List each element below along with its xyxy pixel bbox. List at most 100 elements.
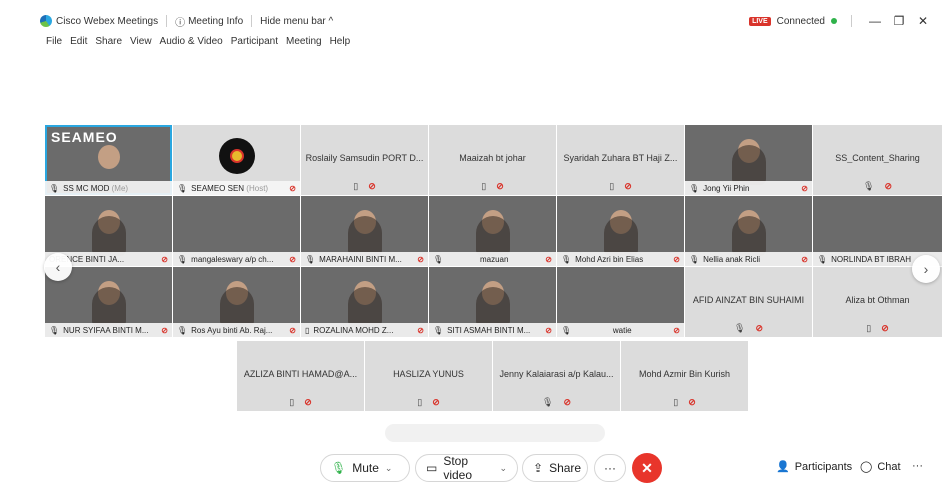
- tile-caption: 🎙 mazuan ⊘: [429, 252, 556, 266]
- mic-icon: 🎙: [561, 254, 572, 264]
- mic-muted-icon: ⊘: [417, 325, 424, 335]
- divider: [251, 15, 253, 27]
- tile-caption: 🎙 SITI ASMAH BINTI M... ⊘: [429, 323, 556, 337]
- phone-icon: ▯: [417, 397, 423, 407]
- participant-tile[interactable]: SS_Content_Sharing 🎙 ⊘: [813, 125, 942, 195]
- app-title: Cisco Webex Meetings: [40, 15, 158, 27]
- phone-icon: ▯: [353, 181, 359, 191]
- participant-tile[interactable]: 🎙 SITI ASMAH BINTI M... ⊘: [429, 267, 556, 337]
- participant-name: HASLIZA YUNUS: [393, 369, 464, 379]
- mic-muted-icon: ⊘: [688, 397, 696, 407]
- banner-text: SEAMEO: [51, 129, 118, 145]
- participant-tile[interactable]: 🎙 watie ⊘: [557, 267, 684, 337]
- overflow-menu-button[interactable]: ···: [912, 460, 923, 472]
- mic-muted-icon: ⊘: [884, 181, 892, 191]
- live-badge: LIVE: [749, 16, 771, 26]
- participant-name: Ros Ayu binti Ab. Raj...: [191, 325, 273, 335]
- next-page-button[interactable]: ›: [912, 255, 940, 283]
- participant-name: Maaizah bt johar: [459, 153, 526, 163]
- phone-icon: ▯: [609, 181, 615, 191]
- participants-button[interactable]: 👤 Participants: [776, 460, 852, 474]
- participant-name: SS MC MOD (Me): [63, 183, 129, 193]
- participant-tile[interactable]: HASLIZA YUNUS ▯ ⊘: [365, 341, 492, 411]
- participant-tile[interactable]: SEAMEO 🎙 SS MC MOD (Me): [45, 125, 172, 195]
- mic-icon: 🎙: [305, 254, 316, 264]
- restore-button[interactable]: ❐: [890, 14, 908, 28]
- mic-muted-icon: ⊘: [755, 323, 763, 333]
- participant-name: NUR SYIFAA BINTI M...: [63, 325, 149, 335]
- stop-video-button[interactable]: ▭ Stop video ⌄: [415, 454, 518, 482]
- mic-muted-icon: ⊘: [545, 325, 552, 335]
- participant-tile[interactable]: 🎙 Nellia anak Ricli ⊘: [685, 196, 812, 266]
- participant-tile[interactable]: 🎙 MARAHAINI BINTI M... ⊘: [301, 196, 428, 266]
- tile-caption: ▯ ROZALINA MOHD Z... ⊘: [301, 323, 428, 337]
- chevron-down-icon[interactable]: ⌄: [385, 463, 393, 474]
- mic-icon: 🎙: [331, 461, 347, 475]
- menu-help[interactable]: Help: [330, 36, 351, 47]
- end-call-button[interactable]: ✕: [632, 453, 662, 483]
- mic-muted-icon: ⊘: [289, 325, 296, 335]
- previous-page-button[interactable]: ‹: [44, 253, 72, 281]
- participant-tile[interactable]: 🎙 Jong Yii Phin ⊘: [685, 125, 812, 195]
- phone-icon: ▯: [481, 181, 487, 191]
- tile-caption: 🎙 Nellia anak Ricli ⊘: [685, 252, 812, 266]
- mute-button[interactable]: 🎙 Mute ⌄: [320, 454, 410, 482]
- participant-name: Nellia anak Ricli: [703, 254, 761, 264]
- menu-meeting[interactable]: Meeting: [286, 36, 322, 47]
- stop-video-label: Stop video: [443, 454, 473, 482]
- participant-tile[interactable]: AZLIZA BINTI HAMAD@A... ▯ ⊘: [237, 341, 364, 411]
- participant-name: mangaleswary a/p ch...: [191, 254, 274, 264]
- menu-edit[interactable]: Edit: [70, 36, 87, 47]
- mic-muted-icon: ⊘: [417, 254, 424, 264]
- mic-muted-icon: ⊘: [289, 254, 296, 264]
- participant-name: watie: [612, 325, 632, 335]
- mic-muted-icon: ⊘: [624, 181, 632, 191]
- participant-tile[interactable]: 🎙 mangaleswary a/p ch... ⊘: [173, 196, 300, 266]
- participant-tile[interactable]: Jenny Kalaiarasi a/p Kalau... 🎙 ⊘: [493, 341, 620, 411]
- mic-muted-icon: ⊘: [289, 183, 296, 193]
- tile-caption: 🎙 MARAHAINI BINTI M... ⊘: [301, 252, 428, 266]
- participant-tile[interactable]: AFID AINZAT BIN SUHAIMI 🎙 ⊘: [685, 267, 812, 337]
- mic-icon: 🎙: [433, 254, 444, 264]
- participant-tile[interactable]: 🎙 Mohd Azri bin Elias ⊘: [557, 196, 684, 266]
- mic-icon: 🎙: [177, 183, 188, 193]
- divider: [166, 15, 168, 27]
- share-label: Share: [549, 461, 582, 475]
- phone-icon: ▯: [305, 325, 310, 335]
- share-button[interactable]: ⇪ Share: [522, 454, 588, 482]
- chevron-right-icon: ›: [923, 261, 929, 277]
- camera-icon: ▭: [426, 461, 438, 475]
- mic-icon: 🎙: [542, 397, 554, 407]
- menu-audio-video[interactable]: Audio & Video: [160, 36, 223, 47]
- mic-icon: 🎙: [734, 323, 746, 333]
- hide-menu-bar-button[interactable]: Hide menu bar ^: [260, 16, 333, 27]
- tile-caption: 🎙 Jong Yii Phin ⊘: [685, 181, 812, 195]
- participant-tile[interactable]: Roslaily Samsudin PORT D... ▯ ⊘: [301, 125, 428, 195]
- more-options-button[interactable]: ···: [594, 454, 626, 482]
- share-icon: ⇪: [533, 461, 544, 475]
- mic-icon: 🎙: [433, 325, 444, 335]
- menu-participant[interactable]: Participant: [231, 36, 278, 47]
- divider: [851, 15, 852, 27]
- menu-view[interactable]: View: [130, 36, 152, 47]
- mic-muted-icon: ⊘: [545, 254, 552, 264]
- participant-tile[interactable]: Maaizah bt johar ▯ ⊘: [429, 125, 556, 195]
- close-button[interactable]: ✕: [914, 14, 932, 28]
- chevron-down-icon[interactable]: ⌄: [499, 463, 507, 474]
- participant-name: MARAHAINI BINTI M...: [319, 254, 402, 264]
- participant-tile[interactable]: 🎙 Ros Ayu binti Ab. Raj... ⊘: [173, 267, 300, 337]
- participant-tile[interactable]: Syaridah Zuhara BT Haji Z... ▯ ⊘: [557, 125, 684, 195]
- participant-tile[interactable]: ▯ ROZALINA MOHD Z... ⊘: [301, 267, 428, 337]
- participant-tile[interactable]: 🎙 SEAMEO SEN (Host) ⊘: [173, 125, 300, 195]
- chat-button[interactable]: ◯ Chat: [860, 460, 901, 474]
- meeting-info-button[interactable]: ⓘ Meeting Info: [175, 14, 243, 29]
- menu-share[interactable]: Share: [95, 36, 122, 47]
- participant-tile[interactable]: 🎙 mazuan ⊘: [429, 196, 556, 266]
- mic-muted-icon: ⊘: [881, 323, 889, 333]
- chat-label: Chat: [877, 460, 901, 473]
- mic-muted-icon: ⊘: [304, 397, 312, 407]
- participant-tile[interactable]: Mohd Azmir Bin Kurish ▯ ⊘: [621, 341, 748, 411]
- menu-file[interactable]: File: [46, 36, 62, 47]
- connected-icon: [831, 18, 837, 24]
- minimize-button[interactable]: —: [866, 14, 884, 28]
